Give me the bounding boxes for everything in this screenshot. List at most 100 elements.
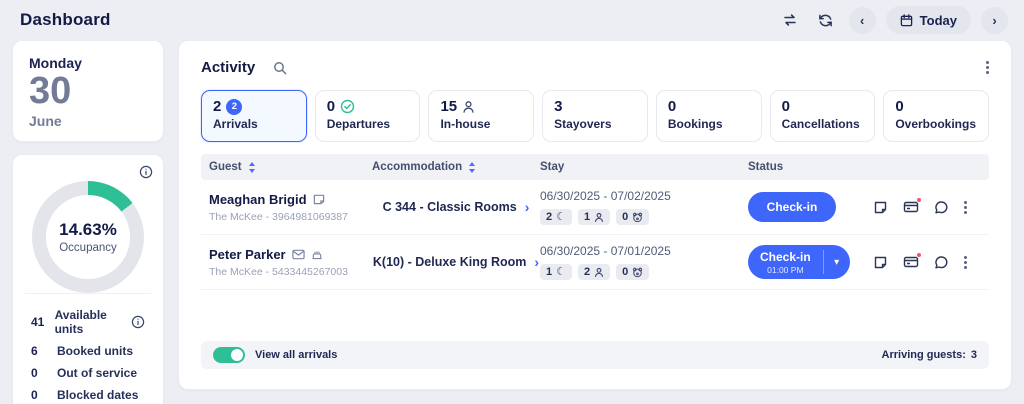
- tab-arrivals[interactable]: 2 2 Arrivals: [201, 90, 307, 142]
- guest-property: The McKee - 5433445267003: [209, 266, 372, 278]
- tab-stayovers[interactable]: 3 Stayovers: [542, 90, 648, 142]
- adults-badge: 2: [578, 264, 610, 280]
- teddy-bear-icon: [632, 212, 643, 223]
- adult-icon: [594, 212, 604, 223]
- date-weekday: Monday: [29, 55, 147, 71]
- topbar: Dashboard ‹ Today ›: [0, 0, 1024, 40]
- column-stay: Stay: [540, 161, 748, 173]
- sort-icon[interactable]: [468, 162, 476, 173]
- tab-overbookings[interactable]: 0 Overbookings: [883, 90, 989, 142]
- arriving-guests: Arriving guests: 3: [882, 349, 977, 361]
- calendar-icon: [900, 14, 913, 27]
- sidebar: Monday 30 June 14.63% Occupancy: [12, 40, 164, 390]
- tab-count: 0: [895, 98, 903, 115]
- stay-dates: 06/30/2025 - 07/01/2025: [540, 244, 748, 258]
- stat-value: 6: [31, 344, 57, 358]
- tab-label: Arrivals: [213, 117, 295, 131]
- stat-booked-units: 6 Booked units: [29, 340, 147, 362]
- tab-count: 0: [327, 98, 335, 115]
- stat-value: 0: [31, 388, 57, 402]
- search-icon[interactable]: [273, 61, 287, 75]
- moon-icon: ☾: [556, 212, 566, 223]
- sort-icon[interactable]: [248, 162, 256, 173]
- check-circle-icon: [340, 99, 355, 114]
- chevron-right-icon[interactable]: ›: [525, 200, 530, 214]
- prev-day-button[interactable]: ‹: [849, 7, 876, 34]
- cake-icon[interactable]: [311, 248, 323, 260]
- tab-label: Stayovers: [554, 117, 636, 131]
- stat-label: Available units: [55, 308, 131, 336]
- stat-value: 0: [31, 366, 57, 380]
- tab-label: Bookings: [668, 117, 750, 131]
- kebab-menu-icon[interactable]: [986, 61, 989, 74]
- note-icon[interactable]: [313, 193, 325, 205]
- check-in-split-button[interactable]: Check-in 01:00 PM ▾: [748, 245, 850, 279]
- stat-label: Out of service: [57, 366, 137, 380]
- nights-badge: 1 ☾: [540, 264, 572, 280]
- nights-badge: 2 ☾: [540, 209, 572, 225]
- activity-panel: Activity 2 2 Arrivals 0: [178, 40, 1012, 390]
- tab-count: 3: [554, 98, 562, 115]
- guest-name[interactable]: Peter Parker: [209, 247, 286, 262]
- tab-departures[interactable]: 0 Departures: [315, 90, 421, 142]
- column-label: Accommodation: [372, 161, 462, 173]
- column-accommodation[interactable]: Accommodation: [372, 161, 540, 173]
- chevron-right-icon[interactable]: ›: [534, 255, 539, 269]
- table-row: Peter Parker The McKee - 5433445267003: [201, 235, 989, 290]
- stay-cell: 06/30/2025 - 07/01/2025 1 ☾ 2: [540, 244, 748, 280]
- occupancy-label: Occupancy: [59, 242, 117, 254]
- next-day-button[interactable]: ›: [981, 7, 1008, 34]
- view-all-arrivals-toggle[interactable]: [213, 347, 245, 363]
- column-label: Status: [748, 161, 783, 173]
- folio-icon[interactable]: [903, 200, 919, 214]
- page-title: Dashboard: [20, 10, 111, 30]
- tab-label: Cancellations: [782, 117, 864, 131]
- status-cell: Check-in 01:00 PM ▾: [748, 245, 981, 279]
- row-kebab-icon[interactable]: [964, 256, 967, 269]
- tab-bookings[interactable]: 0 Bookings: [656, 90, 762, 142]
- chevron-down-icon[interactable]: ▾: [824, 245, 850, 279]
- accommodation-link[interactable]: C 344 - Classic Rooms: [383, 200, 517, 214]
- row-kebab-icon[interactable]: [964, 201, 967, 214]
- swap-icon[interactable]: [777, 7, 803, 33]
- note-icon[interactable]: [873, 255, 888, 270]
- arriving-label: Arriving guests:: [882, 349, 966, 361]
- note-icon[interactable]: [873, 200, 888, 215]
- check-in-button[interactable]: Check-in 01:00 PM: [748, 245, 823, 279]
- occupancy-card: 14.63% Occupancy 41 Available units: [12, 154, 164, 404]
- sync-icon[interactable]: [813, 7, 839, 33]
- date-card: Monday 30 June: [12, 40, 164, 142]
- info-icon[interactable]: [139, 165, 153, 179]
- guest-name[interactable]: Meaghan Brigid: [209, 192, 307, 207]
- column-label: Guest: [209, 161, 242, 173]
- notification-dot: [916, 252, 922, 258]
- stat-label: Blocked dates: [57, 388, 138, 402]
- accommodation-cell: K(10) - Deluxe King Room ›: [372, 255, 540, 269]
- children-badge: 0: [616, 209, 649, 225]
- check-in-button[interactable]: Check-in: [748, 192, 836, 222]
- accommodation-link[interactable]: K(10) - Deluxe King Room: [373, 255, 527, 269]
- column-guest[interactable]: Guest: [209, 161, 372, 173]
- folio-icon[interactable]: [903, 255, 919, 269]
- tab-cancellations[interactable]: 0 Cancellations: [770, 90, 876, 142]
- arrivals-badge: 2: [226, 99, 242, 115]
- accommodation-cell: C 344 - Classic Rooms ›: [372, 200, 540, 214]
- chat-icon[interactable]: [934, 255, 949, 270]
- column-label: Stay: [540, 161, 564, 173]
- tab-label: Departures: [327, 117, 409, 131]
- today-button[interactable]: Today: [886, 6, 971, 34]
- stat-blocked-dates: 0 Blocked dates: [29, 384, 147, 404]
- mail-icon[interactable]: [292, 249, 305, 260]
- tab-label: In-house: [440, 117, 522, 131]
- today-label: Today: [920, 13, 957, 28]
- person-icon: [462, 100, 475, 114]
- occupancy-percent: 14.63%: [59, 220, 117, 240]
- date-month: June: [29, 113, 147, 129]
- tab-in-house[interactable]: 15 In-house: [428, 90, 534, 142]
- info-icon[interactable]: [131, 315, 145, 329]
- column-status: Status: [748, 161, 981, 173]
- teddy-bear-icon: [632, 267, 643, 278]
- guest-property: The McKee - 3964981069387: [209, 211, 372, 223]
- chat-icon[interactable]: [934, 200, 949, 215]
- guest-cell: Peter Parker The McKee - 5433445267003: [209, 247, 372, 278]
